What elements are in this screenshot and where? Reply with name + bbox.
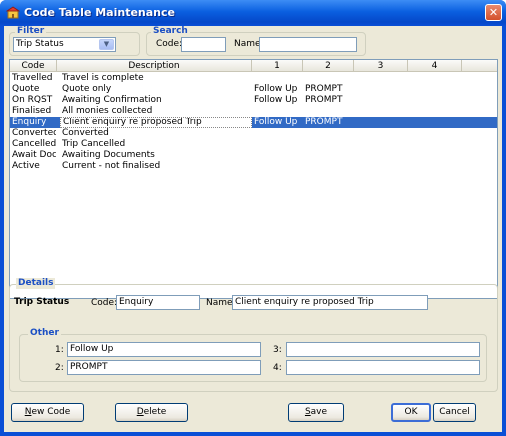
cell-code: On RQST [12,95,53,105]
filter-group-label: Filter [15,26,47,37]
chevron-down-icon[interactable]: ▼ [99,39,114,50]
delete-label: elete [143,407,167,417]
table-row[interactable]: Quote Quote only Follow Up PROMPT [10,84,497,95]
cell-description: Travel is complete [62,73,144,83]
cell-description: Awaiting Documents [62,150,155,160]
cell-description: Quote only [62,84,112,94]
title-bar[interactable]: Code Table Maintenance ✕ [0,0,506,26]
window-client-area: Filter Trip Status ▼ Search Code: Name: … [4,26,502,432]
window-title: Code Table Maintenance [24,6,175,19]
cell-description: Converted [62,128,109,138]
other-field-2-label: 2: [55,363,64,373]
column-header-1[interactable]: 1 [252,60,303,72]
cell-code: Cancelled [12,139,56,149]
app-icon [6,6,20,19]
delete-button[interactable]: Delete [115,403,188,422]
table-row[interactable]: On RQST Awaiting Confirmation Follow Up … [10,95,497,106]
save-button[interactable]: Save [288,403,344,422]
cell-1: Follow Up [254,95,298,105]
table-row[interactable]: Converted Converted [10,128,497,139]
table-row[interactable]: Travelled Travel is complete [10,73,497,84]
details-code-field[interactable]: Enquiry [116,295,200,310]
other-field-3-label: 3: [273,345,282,355]
search-group: Search Code: Name: [146,26,366,56]
cell-description: Current - not finalised [62,161,161,171]
details-name-field[interactable]: Client enquiry re proposed Trip [232,295,428,310]
table-row-selected[interactable]: Enquiry Client enquiry re proposed Trip … [10,117,497,128]
filter-selected-value: Trip Status [16,39,64,49]
grid-header: Code Description 1 2 3 4 [10,60,497,72]
other-field-4-label: 4: [273,363,282,373]
search-code-input[interactable] [181,37,226,52]
cell-description: Awaiting Confirmation [62,95,162,105]
other-group: Other 1: Follow Up 3: 2: PROMPT 4: [19,328,487,382]
search-name-input[interactable] [259,37,357,52]
cell-code: Await Docs [12,150,56,160]
cell-code: Travelled [12,73,53,83]
details-section-title: Trip Status [14,297,70,307]
cell-description-editor[interactable]: Client enquiry re proposed Trip [60,117,252,128]
code-table-grid[interactable]: Code Description 1 2 3 4 Travelled Trave… [9,59,498,299]
save-label: ave [310,407,328,417]
other-field-1[interactable]: Follow Up [67,342,261,357]
other-field-4[interactable] [286,360,480,375]
cell-description: Trip Cancelled [62,139,126,149]
table-row[interactable]: Cancelled Trip Cancelled [10,139,497,150]
table-row[interactable]: Active Current - not finalised [10,161,497,172]
other-group-label: Other [28,328,61,339]
cancel-button[interactable]: Cancel [433,403,476,422]
cell-code: Enquiry [12,117,47,127]
new-code-label: ew Code [31,407,71,417]
app-window: Code Table Maintenance ✕ Filter Trip Sta… [0,0,506,436]
column-header-4[interactable]: 4 [408,60,462,72]
filter-dropdown[interactable]: Trip Status ▼ [13,37,116,52]
cell-1: Follow Up [254,84,298,94]
table-row[interactable]: Await Docs Awaiting Documents [10,150,497,161]
close-icon[interactable]: ✕ [485,4,502,21]
column-header-3[interactable]: 3 [354,60,408,72]
cell-2: PROMPT [305,95,343,105]
details-group: Details Trip Status Code: Enquiry Name: … [9,278,498,392]
new-code-button[interactable]: New Code [11,403,84,422]
cell-code: Quote [12,84,40,94]
delete-mnemonic: D [136,407,144,417]
ok-label: OK [404,407,418,417]
column-header-description[interactable]: Description [57,60,252,72]
other-field-2[interactable]: PROMPT [67,360,261,375]
cell-2: PROMPT [305,84,343,94]
cell-description: All monies collected [62,106,153,116]
filter-group: Filter Trip Status ▼ [9,26,140,56]
cell-code: Finalised [12,106,52,116]
cancel-label: Cancel [439,407,470,417]
column-header-2[interactable]: 2 [303,60,354,72]
details-code-label: Code: [91,298,118,308]
search-code-label: Code: [156,39,183,49]
cell-2: PROMPT [305,117,343,127]
other-field-1-label: 1: [55,345,64,355]
cell-1: Follow Up [254,117,298,127]
details-group-label: Details [16,278,56,289]
other-field-3[interactable] [286,342,480,357]
column-header-code[interactable]: Code [10,60,57,72]
search-group-label: Search [151,26,190,37]
cell-code: Converted [12,128,56,138]
table-row[interactable]: Finalised All monies collected [10,106,497,117]
cell-code: Active [12,161,40,171]
ok-button[interactable]: OK [391,403,431,422]
